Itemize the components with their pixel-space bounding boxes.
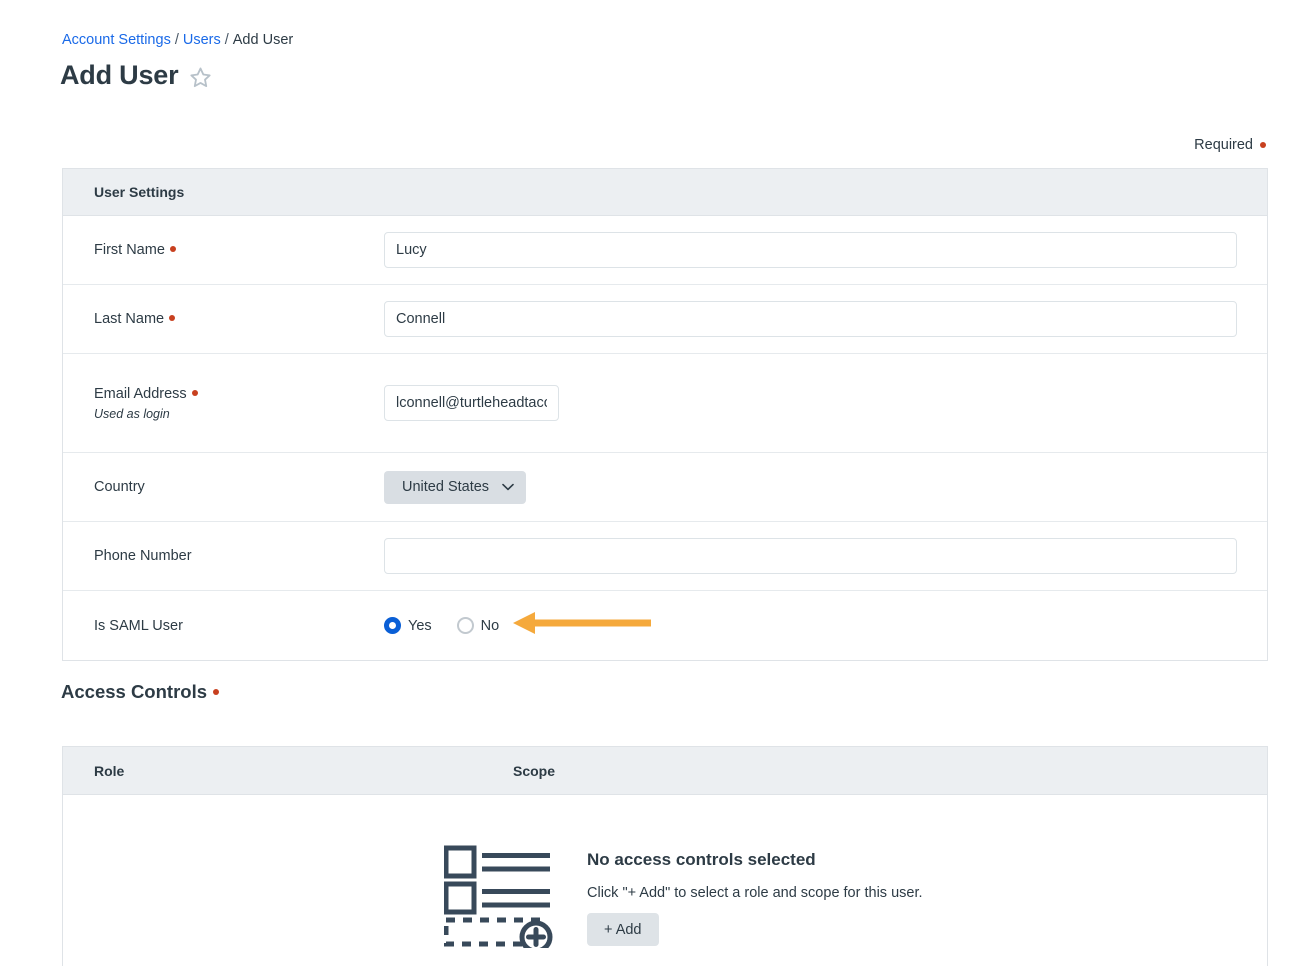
saml-radio-yes[interactable] [384, 617, 401, 634]
first-name-input[interactable] [384, 232, 1237, 268]
country-label-text: Country [94, 479, 145, 495]
form-row-country: Country United States [63, 453, 1267, 522]
user-settings-panel: User Settings First Name Last Name Email… [62, 168, 1268, 661]
saml-radio-yes-label[interactable]: Yes [408, 618, 432, 634]
last-name-label: Last Name [94, 311, 384, 327]
breadcrumb-current: Add User [232, 32, 294, 48]
email-sublabel: Used as login [94, 406, 170, 421]
email-label: Email Address Used as login [94, 386, 384, 421]
first-name-label-text: First Name [94, 242, 165, 258]
email-label-text: Email Address [94, 385, 187, 402]
required-dot-icon [191, 389, 198, 396]
access-controls-heading-text: Access Controls [61, 681, 207, 702]
star-icon[interactable] [189, 63, 212, 89]
chevron-down-icon [502, 483, 514, 491]
add-access-control-button[interactable]: + Add [587, 913, 659, 946]
column-header-role: Role [94, 762, 125, 779]
country-select-value: United States [402, 479, 490, 495]
saml-field-wrap: Yes No [384, 617, 1267, 634]
breadcrumb-link-users[interactable]: Users [183, 32, 221, 48]
page-title: Add User [60, 60, 179, 90]
access-controls-table-header: Role Scope [63, 747, 1267, 795]
phone-label: Phone Number [94, 548, 384, 564]
breadcrumb: Account Settings / Users / Add User [62, 32, 293, 48]
breadcrumb-separator-2: / [224, 32, 229, 48]
saml-radio-group: Yes No [384, 617, 517, 634]
checklist-add-icon [443, 845, 556, 954]
form-row-last-name: Last Name [63, 285, 1267, 354]
saml-label-text: Is SAML User [94, 617, 183, 634]
column-header-scope: Scope [513, 762, 556, 779]
saml-label: Is SAML User [94, 618, 384, 634]
required-dot-icon [169, 246, 176, 252]
required-dot-icon [213, 689, 219, 695]
page-title-row: Add User [60, 62, 212, 89]
required-dot-icon [169, 315, 176, 321]
phone-label-text: Phone Number [94, 548, 192, 564]
country-select[interactable]: United States [384, 470, 527, 504]
user-settings-title: User Settings [94, 184, 185, 200]
saml-radio-no[interactable] [456, 617, 474, 634]
first-name-label: First Name [94, 242, 384, 258]
email-field-wrap [384, 385, 1267, 421]
empty-state-title: No access controls selected [587, 850, 816, 869]
form-row-first-name: First Name [63, 216, 1267, 285]
access-controls-heading: Access Controls [61, 681, 219, 703]
last-name-label-text: Last Name [94, 311, 165, 327]
access-controls-empty-state: No access controls selected Click "+ Add… [63, 795, 1267, 954]
breadcrumb-separator-1: / [174, 32, 179, 48]
last-name-input[interactable] [384, 301, 1237, 337]
required-legend-label: Required [1194, 137, 1253, 153]
add-user-page: Account Settings / Users / Add User Add User… [0, 0, 1314, 966]
phone-field-wrap [384, 538, 1267, 574]
first-name-field-wrap [384, 232, 1267, 268]
required-dot-icon [1260, 142, 1266, 148]
breadcrumb-link-account-settings[interactable]: Account Settings [62, 32, 171, 48]
country-field-wrap: United States [384, 470, 1267, 504]
email-input[interactable] [384, 385, 559, 421]
empty-state-text: No access controls selected Click "+ Add… [587, 845, 923, 946]
form-row-email: Email Address Used as login [63, 354, 1267, 453]
form-row-saml: Is SAML User Yes No [63, 591, 1267, 660]
empty-state-description: Click "+ Add" to select a role and scope… [587, 885, 923, 901]
country-label: Country [94, 479, 384, 495]
saml-radio-no-label[interactable]: No [481, 618, 500, 634]
required-legend: Required [1194, 137, 1266, 153]
form-row-phone: Phone Number [63, 522, 1267, 591]
phone-input[interactable] [384, 538, 1237, 574]
last-name-field-wrap [384, 301, 1267, 337]
user-settings-header: User Settings [63, 169, 1267, 216]
access-controls-panel: Role Scope No access controls selected C… [62, 746, 1268, 966]
